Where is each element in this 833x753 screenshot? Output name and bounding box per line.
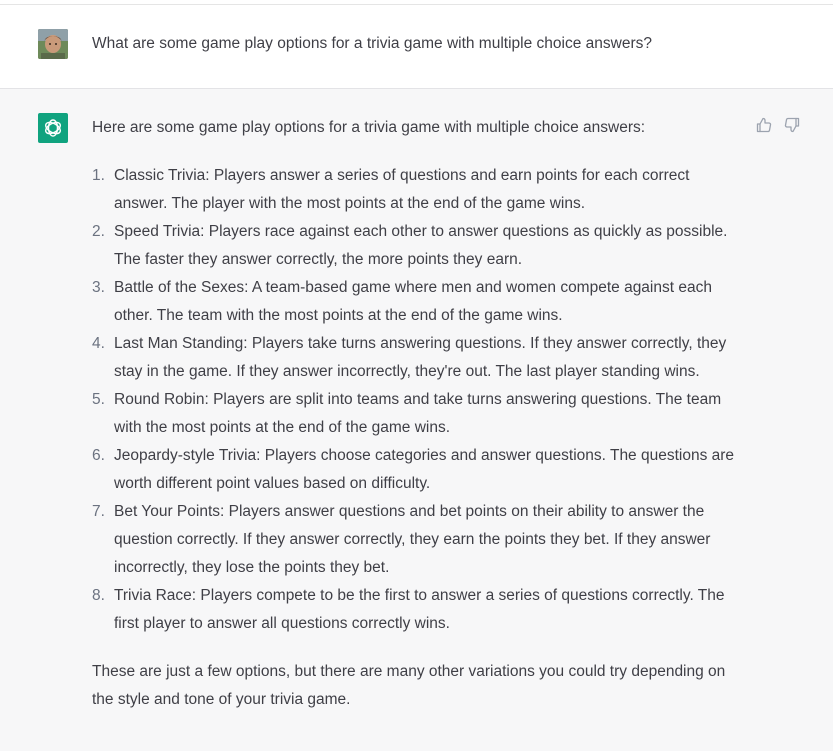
- user-message-row: What are some game play options for a tr…: [0, 5, 833, 89]
- answer-outro: These are just a few options, but there …: [92, 663, 726, 708]
- list-item-text: Battle of the Sexes: A team-based game w…: [114, 279, 712, 324]
- chat-page: What are some game play options for a tr…: [0, 0, 833, 753]
- user-message-text: What are some game play options for a tr…: [92, 35, 652, 52]
- options-list: 1. Classic Trivia: Players answer a serie…: [92, 162, 742, 638]
- answer-intro: Here are some game play options for a tr…: [92, 119, 646, 136]
- list-item-text: Jeopardy-style Trivia: Players choose ca…: [114, 447, 735, 492]
- list-item: 6. Jeopardy-style Trivia: Players choose …: [92, 442, 742, 498]
- list-item: 7. Bet Your Points: Players answer questi…: [92, 498, 742, 582]
- list-item-text: Last Man Standing: Players take turns an…: [114, 335, 727, 380]
- list-item-text: Speed Trivia: Players race against each …: [114, 223, 728, 268]
- openai-logo-icon: [38, 113, 68, 143]
- assistant-message-body: Here are some game play options for a tr…: [92, 114, 742, 714]
- list-item-number: 8.: [92, 587, 105, 604]
- list-item-text: Classic Trivia: Players answer a series …: [114, 167, 690, 212]
- list-item-text: Bet Your Points: Players answer question…: [114, 503, 711, 576]
- assistant-message-row: Here are some game play options for a tr…: [0, 89, 833, 752]
- list-item: 5. Round Robin: Players are split into te…: [92, 386, 742, 442]
- list-item: 4. Last Man Standing: Players take turns …: [92, 330, 742, 386]
- list-item-number: 1.: [92, 167, 105, 184]
- list-item-number: 4.: [92, 335, 105, 352]
- list-item: 3. Battle of the Sexes: A team-based game…: [92, 274, 742, 330]
- thumbs-up-icon[interactable]: [756, 117, 772, 133]
- list-item-number: 6.: [92, 447, 105, 464]
- list-item-number: 3.: [92, 279, 105, 296]
- list-item-text: Round Robin: Players are split into team…: [114, 391, 722, 436]
- list-item: 1. Classic Trivia: Players answer a serie…: [92, 162, 742, 218]
- user-avatar: [38, 29, 68, 59]
- list-item: 8. Trivia Race: Players compete to be the…: [92, 582, 742, 638]
- thumbs-down-icon[interactable]: [784, 117, 800, 133]
- list-item-number: 7.: [92, 503, 105, 520]
- list-item-text: Trivia Race: Players compete to be the f…: [114, 587, 725, 632]
- list-item-number: 5.: [92, 391, 105, 408]
- list-item-number: 2.: [92, 223, 105, 240]
- feedback-controls: [756, 117, 800, 133]
- list-item: 2. Speed Trivia: Players race against eac…: [92, 218, 742, 274]
